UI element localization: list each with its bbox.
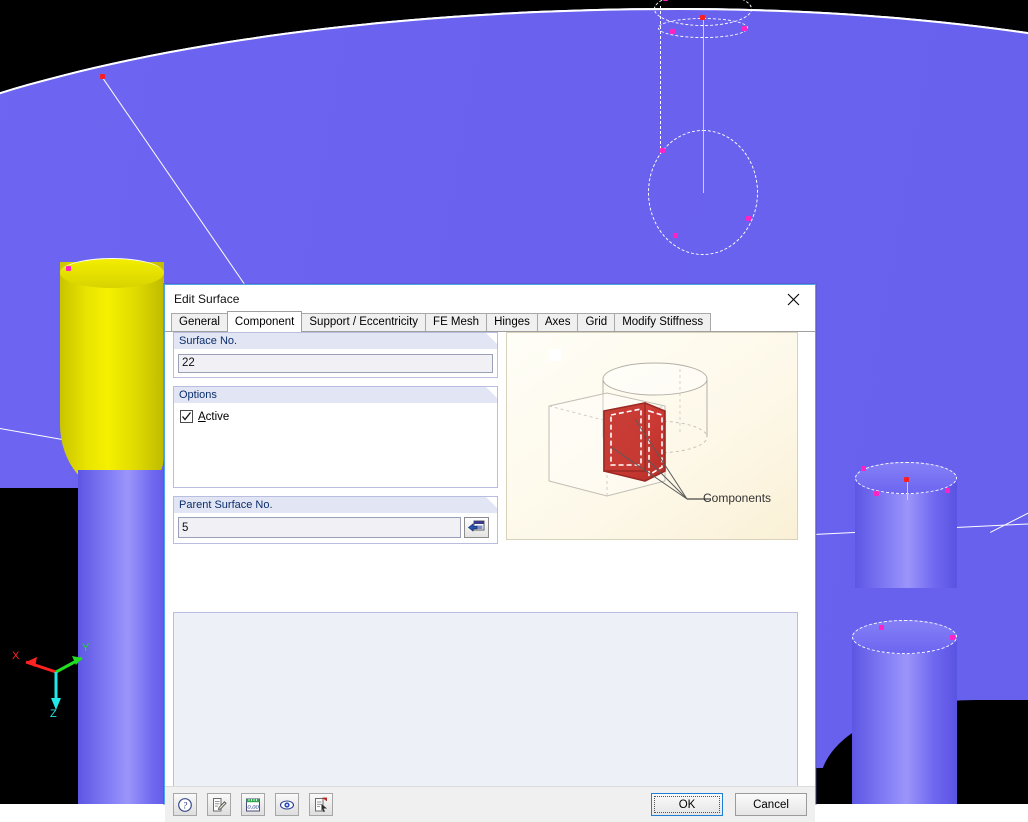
group-options: Options Active xyxy=(173,386,498,488)
component-preview-image: Components xyxy=(506,332,798,540)
node-point-pink xyxy=(861,466,866,471)
group-parent-surface-no-title: Parent Surface No. xyxy=(174,497,497,513)
tab-support-eccentricity[interactable]: Support / Eccentricity xyxy=(301,313,426,331)
group-surface-no-body xyxy=(174,349,497,377)
dialog-titlebar[interactable]: Edit Surface xyxy=(165,285,815,313)
option-active-row[interactable]: Active xyxy=(178,407,493,426)
group-surface-no: Surface No. xyxy=(173,332,498,378)
checkbox-active[interactable] xyxy=(180,410,193,423)
column-cylinder xyxy=(855,478,957,588)
ok-button[interactable]: OK xyxy=(651,793,723,816)
select-object-icon[interactable] xyxy=(464,517,489,538)
node-point xyxy=(100,74,105,79)
parent-surface-no-input[interactable] xyxy=(178,517,461,538)
tab-grid[interactable]: Grid xyxy=(577,313,615,331)
highlighted-member-cylinder xyxy=(60,262,164,494)
tab-axes[interactable]: Axes xyxy=(537,313,579,331)
group-parent-surface-no: Parent Surface No. xyxy=(173,496,498,544)
option-active-label-rest: ctive xyxy=(206,411,230,423)
node-point-pink xyxy=(660,148,665,153)
group-surface-no-title: Surface No. xyxy=(174,333,497,349)
svg-text:0.00: 0.00 xyxy=(247,804,259,811)
highlighted-member-cylinder-top xyxy=(60,258,164,288)
column-cylinder xyxy=(852,636,957,804)
ghost-cylinder-left-edge xyxy=(660,6,661,154)
node-point-pink xyxy=(663,0,668,1)
edit-surface-dialog[interactable]: Edit Surface General Component Support /… xyxy=(164,284,816,804)
ghost-cylinder-axis xyxy=(703,16,704,193)
option-active-accelerator: A xyxy=(198,411,206,423)
node-point-pink xyxy=(673,233,678,238)
node-point-pink xyxy=(879,625,884,630)
column-top-outline xyxy=(852,620,957,654)
svg-text:?: ? xyxy=(183,800,188,810)
group-options-body: Active xyxy=(174,403,497,487)
tab-modify-stiffness[interactable]: Modify Stiffness xyxy=(614,313,711,331)
axis-label-y: Y xyxy=(82,642,89,654)
node-point-pink xyxy=(742,26,747,31)
option-active-label: Active xyxy=(198,411,229,423)
node-point-pink xyxy=(874,491,879,496)
units-icon[interactable]: 0.00 xyxy=(241,793,265,816)
group-parent-surface-no-body xyxy=(174,513,497,542)
close-icon[interactable] xyxy=(771,285,815,313)
dialog-body: Surface No. Options Active P xyxy=(165,332,815,786)
column-cylinder xyxy=(78,470,174,804)
node-point-pink xyxy=(950,635,955,640)
node-point-pink xyxy=(746,216,751,221)
dialog-footer: ? 0.00 xyxy=(165,786,815,822)
tab-general[interactable]: General xyxy=(171,313,228,331)
axis-label-x: X xyxy=(12,650,19,662)
group-options-title: Options xyxy=(174,387,497,403)
node-point xyxy=(904,477,909,482)
tab-hinges[interactable]: Hinges xyxy=(486,313,538,331)
node-point-pink xyxy=(670,29,675,34)
dialog-title: Edit Surface xyxy=(174,292,239,306)
preview-annotation-label: Components xyxy=(703,491,771,505)
tab-component[interactable]: Component xyxy=(227,311,302,332)
node-point-pink xyxy=(66,266,71,271)
tab-bar[interactable]: General Component Support / Eccentricity… xyxy=(165,313,815,332)
export-detail-icon[interactable] xyxy=(309,793,333,816)
tab-fe-mesh[interactable]: FE Mesh xyxy=(425,313,487,331)
help-icon[interactable]: ? xyxy=(173,793,197,816)
view-eye-icon[interactable] xyxy=(275,793,299,816)
coordinate-axes-indicator: X Y Z xyxy=(10,640,102,732)
node-point xyxy=(700,15,705,20)
axis-label-z: Z xyxy=(50,708,57,720)
surface-no-input[interactable] xyxy=(178,354,493,373)
component-detail-panel[interactable] xyxy=(173,612,798,810)
node-point-pink xyxy=(945,488,950,493)
edit-note-icon[interactable] xyxy=(207,793,231,816)
cancel-button[interactable]: Cancel xyxy=(735,793,807,816)
